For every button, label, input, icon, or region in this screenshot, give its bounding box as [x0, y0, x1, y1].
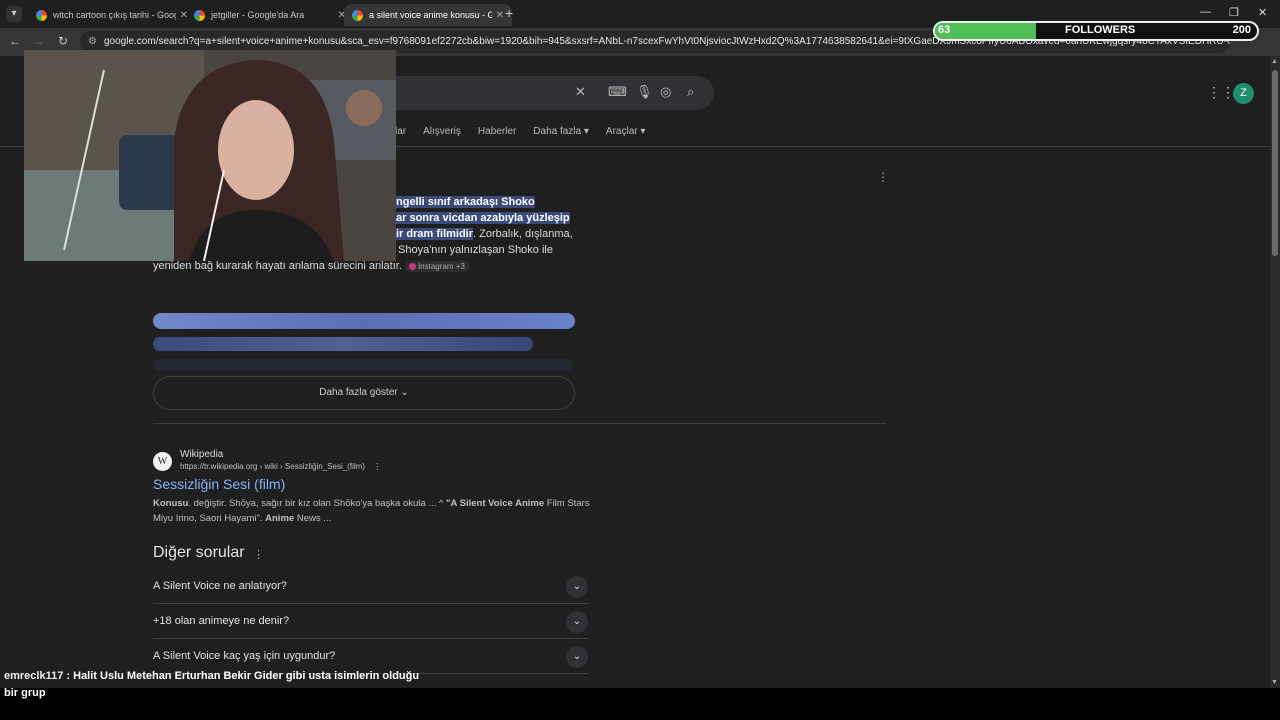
filter-tab-shopping[interactable]: Alışveriş [423, 126, 461, 137]
scroll-down-icon[interactable]: ▼ [1271, 679, 1278, 686]
webcam-overlay [24, 50, 396, 261]
restore-icon[interactable]: ❐ [1229, 6, 1239, 19]
microphone-icon[interactable]: 🎙 [636, 84, 653, 100]
result-title-link[interactable]: Sessizliğin Sesi (film) [153, 476, 285, 492]
lens-icon[interactable]: ◎ [660, 84, 671, 100]
more-options-icon: ⋮ [373, 462, 382, 471]
result-description: Konusu. değiştir. Shōya, sağır bir kız o… [153, 498, 590, 524]
scrollbar[interactable]: ▲ ▼ [1270, 56, 1280, 688]
followers-goal-bar: 63 FOLLOWERS 200 [933, 21, 1259, 41]
show-more-button[interactable]: Daha fazla göster ⌄ [153, 376, 575, 410]
loading-placeholder-bar [153, 359, 573, 371]
loading-placeholder-bar [153, 337, 533, 351]
search-filter-tabs: lar Alışveriş Haberler Daha fazla ▾ Araç… [395, 126, 645, 137]
keyboard-icon[interactable]: ⌨ [608, 84, 627, 100]
people-also-ask-title: Diğer sorular [153, 544, 245, 561]
google-favicon-icon [36, 9, 47, 21]
followers-goal: 200 [1232, 24, 1251, 36]
browser-tab[interactable]: jetgiller - Google'da Ara ✕ [186, 4, 354, 26]
tab-search-button[interactable]: ▾ [6, 6, 22, 22]
chat-username: emreclk117 [4, 670, 64, 682]
more-options-icon[interactable]: ⋮ [253, 548, 264, 561]
new-tab-button[interactable]: + [505, 5, 513, 21]
google-favicon-icon [194, 9, 205, 21]
apps-grid-icon[interactable]: ⋮⋮ [1207, 84, 1235, 101]
minimize-icon[interactable]: — [1200, 6, 1211, 18]
browser-tab-active[interactable]: a silent voice anime konusu - G ✕ [344, 4, 512, 26]
result-source-name[interactable]: Wikipedia [180, 449, 223, 460]
paa-question[interactable]: A Silent Voice ne anlatıyor? ⌄ [153, 569, 588, 604]
divider [153, 423, 886, 424]
filter-tab-tools[interactable]: Araçlar ▾ [606, 126, 646, 137]
chevron-down-icon: ⌄ [566, 576, 588, 598]
chevron-down-icon: ⌄ [400, 387, 409, 398]
avatar[interactable]: Z [1233, 83, 1254, 104]
source-chip[interactable]: Instagram +3 [404, 261, 469, 272]
window-close-icon[interactable]: ✕ [1258, 6, 1267, 19]
followers-current: 63 [938, 24, 951, 36]
search-icon[interactable]: ⌕ [687, 84, 694, 100]
instagram-icon [408, 263, 416, 271]
filter-tab[interactable]: lar [395, 126, 406, 137]
back-arrow-icon[interactable]: ← [9, 34, 21, 48]
close-icon[interactable]: ✕ [496, 10, 504, 21]
forward-arrow-icon[interactable]: → [33, 34, 45, 48]
wikipedia-logo-icon: W [153, 452, 172, 471]
chat-message: emreclk117 : Halit Uslu Metehan Erturhan… [0, 668, 430, 702]
followers-label: FOLLOWERS [1065, 24, 1136, 36]
clear-icon[interactable]: ✕ [575, 84, 586, 100]
loading-placeholder-bar [153, 313, 575, 329]
scroll-up-icon[interactable]: ▲ [1271, 58, 1278, 65]
chevron-down-icon: ⌄ [566, 611, 588, 633]
tab-title: witch cartoon çıkış tarihi - Goog [53, 10, 176, 20]
tab-title: jetgiller - Google'da Ara [211, 10, 305, 20]
paa-question[interactable]: +18 olan animeye ne denir? ⌄ [153, 604, 588, 639]
scrollbar-thumb[interactable] [1272, 70, 1278, 256]
result-url[interactable]: https://tr.wikipedia.org › wiki › Sessiz… [180, 462, 381, 471]
chevron-down-icon: ⌄ [566, 646, 588, 668]
google-favicon-icon [352, 9, 363, 21]
filter-tab-more[interactable]: Daha fazla ▾ [533, 126, 589, 137]
chat-text: : Halit Uslu Metehan Erturhan Bekir Gide… [4, 670, 420, 699]
reload-icon[interactable]: ↻ [58, 34, 68, 48]
more-options-icon[interactable]: ⋮ [877, 170, 889, 184]
tab-title: a silent voice anime konusu - G [369, 10, 492, 20]
webcam-image [24, 50, 396, 261]
filter-tab-news[interactable]: Haberler [478, 126, 516, 137]
browser-tab[interactable]: witch cartoon çıkış tarihi - Goog ✕ [28, 4, 196, 26]
